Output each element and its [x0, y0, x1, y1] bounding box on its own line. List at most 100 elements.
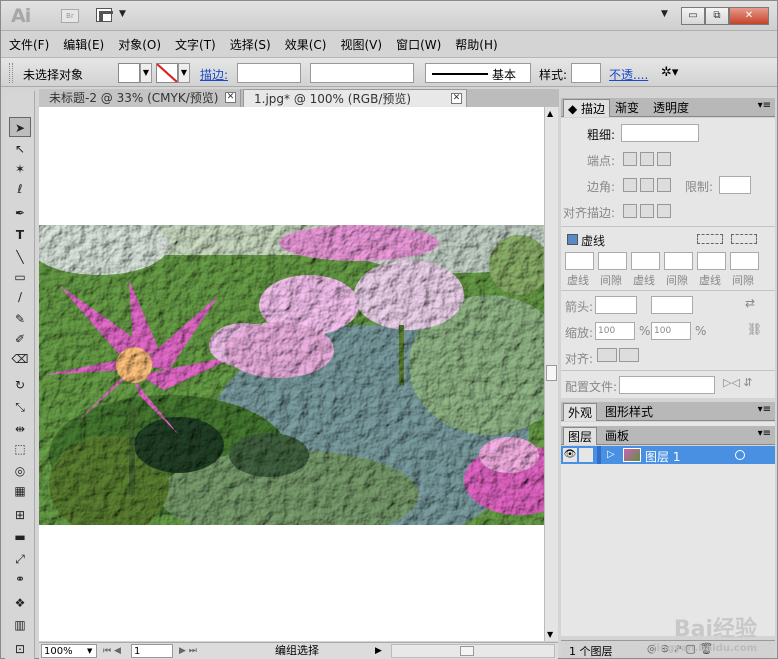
expand-triangle-icon[interactable]: ▷ [607, 449, 615, 460]
menu-help[interactable]: 帮助(H) [453, 34, 499, 55]
magic-wand-icon[interactable]: ✲▾ [661, 63, 687, 83]
eraser-tool-icon[interactable]: ⌫ [9, 349, 31, 369]
tab-layers[interactable]: 图层 [563, 427, 598, 445]
mesh-tool-icon[interactable]: ⊞ [9, 505, 31, 525]
miter-join-icon[interactable] [623, 178, 637, 192]
visibility-eye-icon[interactable]: 👁 [563, 448, 577, 462]
status-menu-icon[interactable]: ▶ [375, 644, 382, 658]
width-tool-icon[interactable]: ⇹ [9, 419, 31, 439]
shape-builder-tool-icon[interactable]: ◎ [9, 461, 31, 481]
magic-wand-tool-icon[interactable]: ✶ [9, 159, 31, 179]
menu-file[interactable]: 文件(F) [7, 34, 51, 55]
panel-menu-icon[interactable]: ▾≡ [758, 100, 771, 111]
gap-1-field[interactable] [598, 252, 627, 270]
tab-stroke[interactable]: ◆ 描边 [563, 99, 611, 117]
artboard-tool-icon[interactable]: ⊡ [9, 639, 31, 659]
menu-object[interactable]: 对象(O) [116, 34, 163, 55]
free-transform-tool-icon[interactable]: ⬚ [9, 439, 31, 459]
weight-field[interactable] [621, 124, 699, 142]
artboard-number-field[interactable]: 1 [131, 644, 173, 658]
stroke-dropdown[interactable]: ▼ [178, 63, 190, 83]
opacity-link[interactable]: 不透.... [609, 66, 648, 83]
menu-select[interactable]: 选择(S) [228, 34, 273, 55]
start-arrow-field[interactable] [595, 296, 637, 314]
style-swatch[interactable] [571, 63, 601, 83]
blend-tool-icon[interactable]: ⚭ [9, 569, 31, 589]
eyedropper-tool-icon[interactable]: ⤢ [9, 549, 31, 569]
gap-3-field[interactable] [730, 252, 759, 270]
close-tab-icon[interactable]: ✕ [451, 93, 462, 104]
close-button[interactable]: ✕ [729, 7, 769, 25]
menu-type[interactable]: 文字(T) [173, 34, 218, 55]
lotus-artwork-image[interactable] [39, 225, 544, 525]
tab-artboards[interactable]: 画板 [601, 427, 633, 445]
column-graph-tool-icon[interactable]: ▥ [9, 615, 31, 635]
stroke-link[interactable]: 描边: [200, 66, 228, 83]
restore-button[interactable]: ⧉ [705, 7, 729, 25]
tab-1-jpg[interactable]: 1.jpg* @ 100% (RGB/预览) ✕ [243, 89, 467, 107]
align-outside-icon[interactable] [657, 204, 671, 218]
menu-effect[interactable]: 效果(C) [283, 34, 329, 55]
variable-width-field[interactable] [310, 63, 414, 83]
pencil-tool-icon[interactable]: ✎ [9, 309, 31, 329]
workspace-switcher-icon[interactable]: ▼ [661, 9, 668, 19]
direct-selection-tool-icon[interactable]: ↖ [9, 139, 31, 159]
current-tool-status[interactable]: 编组选择 [207, 644, 387, 658]
panel-menu-icon[interactable]: ▾≡ [758, 404, 771, 415]
arrow-at-end-icon[interactable] [619, 348, 639, 362]
tab-gradient[interactable]: 渐变 [611, 99, 643, 117]
rectangle-tool-icon[interactable]: ▭ [9, 267, 31, 287]
lasso-tool-icon[interactable]: ℓ [9, 179, 31, 199]
link-scale-icon[interactable]: ⛓ [747, 322, 762, 336]
scale-start-field[interactable]: 100 [595, 322, 635, 340]
layer-name[interactable]: 图层 1 [645, 448, 680, 465]
scroll-thumb[interactable] [546, 365, 557, 381]
hscroll-thumb[interactable] [460, 646, 474, 656]
pen-tool-icon[interactable]: ✒ [9, 203, 31, 223]
zoom-dropdown-icon[interactable]: ▼ [87, 644, 92, 658]
canvas[interactable] [39, 107, 544, 641]
artboard-nav-first-icon[interactable]: ⏮ ◀ [103, 644, 121, 658]
menu-edit[interactable]: 编辑(E) [61, 34, 106, 55]
fill-swatch[interactable] [118, 63, 140, 83]
gap-2-field[interactable] [664, 252, 693, 270]
type-tool-icon[interactable]: T [9, 225, 31, 245]
align-inside-icon[interactable] [640, 204, 654, 218]
panel-menu-icon[interactable]: ▾≡ [758, 428, 771, 439]
arrow-beyond-icon[interactable] [597, 348, 617, 362]
flip-profile-icon[interactable]: ▷◁ ⇵ [723, 376, 753, 389]
line-tool-icon[interactable]: ╲ [9, 247, 31, 267]
butt-cap-icon[interactable] [623, 152, 637, 166]
profile-field[interactable] [619, 376, 715, 394]
projecting-cap-icon[interactable] [657, 152, 671, 166]
align-center-icon[interactable] [623, 204, 637, 218]
dash-1-field[interactable] [565, 252, 594, 270]
bevel-join-icon[interactable] [657, 178, 671, 192]
chevron-down-icon[interactable]: ▼ [119, 9, 126, 19]
horizontal-scrollbar[interactable] [391, 644, 555, 658]
blob-brush-tool-icon[interactable]: ✐ [9, 329, 31, 349]
scroll-down-icon[interactable]: ▼ [547, 630, 553, 639]
arrange-documents-icon[interactable] [96, 8, 113, 22]
selection-tool-icon[interactable]: ➤ [9, 117, 31, 137]
round-cap-icon[interactable] [640, 152, 654, 166]
symbol-sprayer-tool-icon[interactable]: ❖ [9, 593, 31, 613]
tab-graphic-styles[interactable]: 图形样式 [601, 403, 657, 421]
menu-window[interactable]: 窗口(W) [394, 34, 443, 55]
dash-align-icon[interactable] [731, 234, 757, 244]
brush-definition-field[interactable]: 基本 [425, 63, 531, 83]
fill-dropdown[interactable]: ▼ [140, 63, 152, 83]
vertical-scrollbar[interactable]: ▲ ▼ [544, 107, 558, 641]
tab-untitled-2[interactable]: 未标题-2 @ 33% (CMYK/预览) ✕ [39, 89, 241, 107]
menu-view[interactable]: 视图(V) [338, 34, 384, 55]
target-icon[interactable] [735, 450, 745, 460]
scroll-up-icon[interactable]: ▲ [547, 109, 553, 118]
tab-appearance[interactable]: 外观 [563, 403, 598, 421]
stroke-weight-field[interactable] [237, 63, 301, 83]
grip-icon[interactable] [9, 63, 13, 83]
layer-row[interactable]: 👁 ▷ 图层 1 [561, 446, 775, 464]
dash-preserve-icon[interactable] [697, 234, 723, 244]
round-join-icon[interactable] [640, 178, 654, 192]
dash-3-field[interactable] [697, 252, 726, 270]
scale-end-field[interactable]: 100 [651, 322, 691, 340]
